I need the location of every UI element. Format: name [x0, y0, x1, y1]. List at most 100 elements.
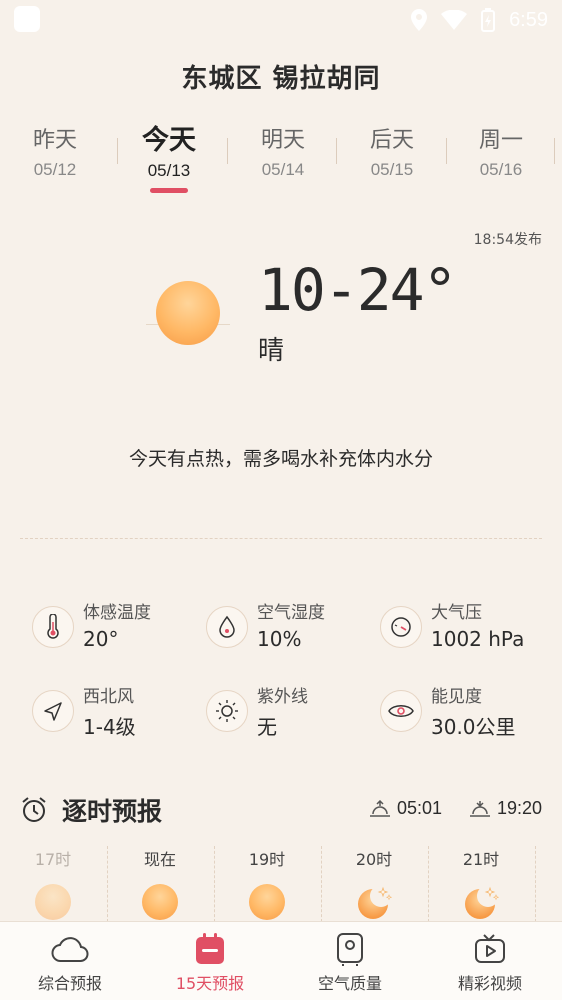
day-tab-yesterday[interactable]: 昨天 05/12	[0, 122, 110, 180]
location-icon	[411, 9, 428, 31]
detail-value: 无	[257, 715, 277, 739]
divider	[107, 846, 109, 922]
detail-value: 1002 hPa	[431, 627, 525, 651]
hour-item: 17时	[0, 846, 106, 920]
day-tab-today[interactable]: 今天 05/13	[114, 122, 224, 181]
sunrise-time: 05:01	[396, 798, 442, 818]
hour-item: 21时	[428, 846, 534, 920]
video-play-icon	[475, 934, 505, 963]
nav-videos[interactable]: 精彩视频	[420, 932, 560, 994]
temperature-range: 10-24°	[258, 256, 458, 324]
humidity-drop-icon	[219, 615, 235, 638]
divider	[336, 138, 337, 164]
divider	[227, 138, 228, 164]
air-purifier-icon	[337, 933, 363, 966]
hour-item: 现在	[107, 846, 213, 920]
divider	[535, 846, 537, 922]
sun-icon	[35, 884, 71, 920]
detail-label: 体感温度	[83, 603, 151, 623]
nav-air-quality[interactable]: 空气质量	[280, 932, 420, 994]
weather-tip: 今天有点热，需多喝水补充体内水分	[128, 448, 433, 470]
divider	[428, 846, 430, 922]
day-date: 05/13	[147, 161, 191, 180]
status-time: 6:59	[509, 8, 548, 31]
hour-label: 20时	[355, 850, 393, 869]
detail-value: 1-4级	[83, 715, 136, 739]
moon-stars-icon	[358, 885, 393, 919]
day-date: 05/16	[479, 160, 523, 179]
nav-label: 15天预报	[175, 974, 245, 993]
moon-stars-icon	[465, 885, 500, 919]
day-name: 今天	[142, 125, 196, 156]
nav-comprehensive-forecast[interactable]: 综合预报	[0, 932, 140, 994]
hourly-header: 逐时预报 05:01 19:20	[20, 790, 542, 830]
location-title[interactable]: 东城区 锡拉胡同	[0, 58, 562, 95]
day-date: 05/14	[261, 160, 305, 179]
day-date: 05/12	[33, 160, 77, 179]
detail-label: 空气湿度	[257, 603, 325, 623]
divider	[117, 138, 118, 164]
cloud-icon	[51, 937, 89, 962]
day-name: 明天	[260, 128, 305, 153]
hourly-title: 逐时预报	[62, 797, 163, 826]
bottom-nav: 综合预报 15天预报 空气质量 精彩视频	[0, 921, 562, 1000]
detail-label: 紫外线	[257, 687, 308, 707]
pressure-gauge-icon	[391, 617, 411, 637]
divider	[20, 538, 542, 539]
day-tabs: 昨天 05/12 今天 05/13 明天 05/14 后天 05/15 周一 0…	[0, 122, 562, 202]
thermometer-icon	[47, 614, 59, 639]
nav-label: 精彩视频	[457, 974, 522, 993]
day-date: 05/15	[370, 160, 414, 179]
nav-label: 空气质量	[317, 974, 382, 993]
status-bar: 6:59	[0, 0, 562, 40]
day-tab-day-after[interactable]: 后天 05/15	[337, 122, 447, 180]
hour-label: 19时	[248, 850, 286, 869]
nav-label: 综合预报	[37, 974, 102, 993]
divider	[554, 138, 555, 164]
hour-label: 21时	[462, 850, 500, 869]
detail-label: 西北风	[83, 687, 134, 707]
publish-time: 18:54发布	[473, 232, 542, 248]
divider	[214, 846, 216, 922]
battery-icon	[481, 8, 496, 32]
wind-direction-icon	[44, 702, 62, 721]
detail-value: 30.0公里	[431, 715, 516, 739]
sun-icon	[249, 884, 285, 920]
detail-uv: 紫外线 无	[194, 682, 364, 742]
hour-item: 19时	[214, 846, 320, 920]
visibility-eye-icon	[388, 705, 414, 717]
weather-condition: 晴	[258, 336, 285, 366]
active-tab-indicator	[150, 188, 188, 193]
hour-label: 现在	[143, 850, 176, 869]
detail-humidity: 空气湿度 10%	[194, 598, 364, 658]
detail-label: 能见度	[431, 687, 482, 707]
sunrise: 05:01	[369, 798, 442, 819]
sun-icon	[156, 281, 220, 345]
sunset-time: 19:20	[496, 798, 542, 818]
day-name: 昨天	[32, 128, 77, 153]
sunset-icon	[469, 800, 490, 817]
detail-feels-like: 体感温度 20°	[20, 598, 190, 658]
wifi-icon	[441, 10, 468, 30]
hour-label: 17时	[34, 850, 72, 869]
sunset: 19:20	[469, 798, 542, 819]
sun-icon	[142, 884, 178, 920]
alarm-clock-icon	[22, 797, 46, 822]
day-name: 周一	[478, 128, 523, 153]
detail-wind: 西北风 1-4级	[20, 682, 190, 742]
day-tab-tomorrow[interactable]: 明天 05/14	[228, 122, 338, 180]
detail-value: 20°	[83, 627, 119, 651]
day-name: 后天	[369, 128, 414, 153]
detail-value: 10%	[257, 627, 302, 651]
divider	[446, 138, 447, 164]
day-tab-monday[interactable]: 周一 05/16	[446, 122, 556, 180]
hour-item: 20时	[321, 846, 427, 920]
detail-label: 大气压	[431, 603, 482, 623]
uv-sun-icon	[216, 700, 238, 722]
calendar-icon	[196, 933, 224, 964]
divider	[321, 846, 323, 922]
detail-pressure: 大气压 1002 hPa	[368, 598, 538, 658]
nav-15-day-forecast[interactable]: 15天预报	[140, 932, 280, 994]
hourly-list[interactable]: 17时 现在 19时 20时 21时	[0, 846, 562, 926]
sunrise-icon	[369, 799, 390, 817]
